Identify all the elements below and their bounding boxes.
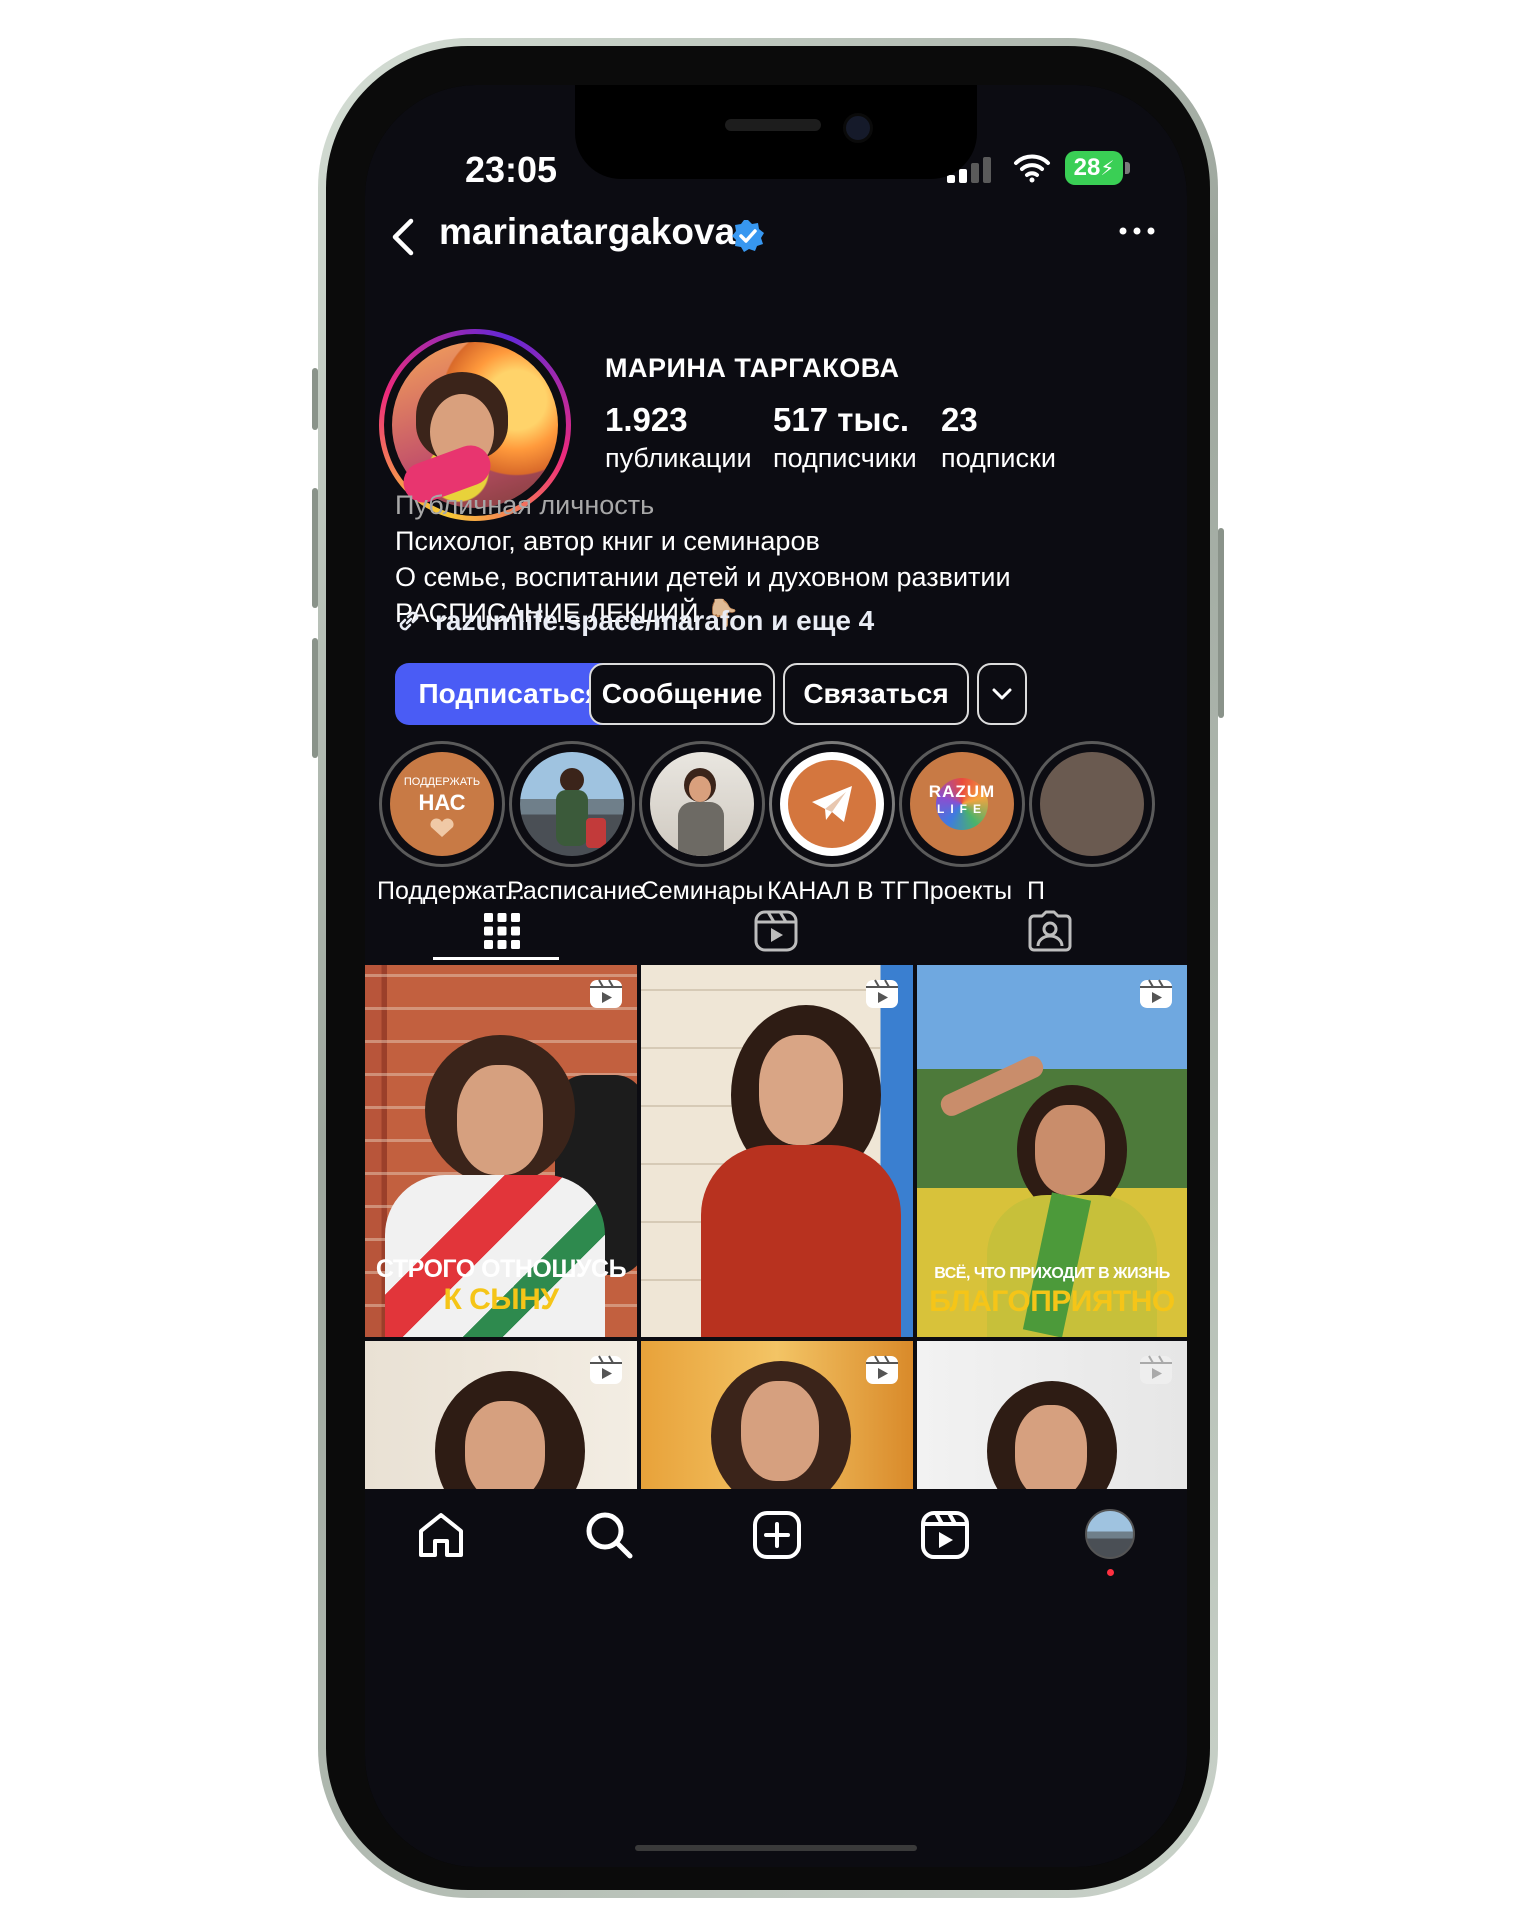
- reels-nav-icon[interactable]: [919, 1509, 971, 1561]
- cover-text-small: ПОДДЕРЖАТЬ: [403, 776, 481, 788]
- highlight-ring: [1029, 741, 1155, 867]
- avatar-photo: [392, 342, 558, 509]
- volume-up-button: [312, 488, 318, 608]
- highlight-cover: [520, 752, 624, 856]
- reel-badge-icon: [590, 1355, 622, 1384]
- status-time: 23:05: [465, 149, 558, 190]
- post-caption-line: К СЫНУ: [443, 1283, 559, 1316]
- highlight-ring: [639, 741, 765, 867]
- post-caption-line: БЛАГОПРИЯТНО: [929, 1285, 1175, 1318]
- highlight-cover: RAZUM LIFE: [910, 752, 1014, 856]
- verified-icon: [732, 220, 764, 252]
- cover-text-large: НАС: [418, 790, 466, 815]
- highlight-cover: ПОДДЕРЖАТЬ НАС: [390, 752, 494, 856]
- cover-text-brand-sub: LIFE: [937, 802, 987, 816]
- post-thumbnail[interactable]: [365, 1341, 637, 1489]
- chevron-down-icon: [992, 688, 1012, 700]
- create-icon[interactable]: [751, 1509, 803, 1561]
- post-thumbnail[interactable]: [641, 965, 913, 1337]
- stat-value: 23: [941, 401, 978, 438]
- active-tab-indicator: [433, 957, 559, 960]
- highlight-projects[interactable]: RAZUM LIFE Проекты: [897, 741, 1027, 906]
- profile-avatar-icon[interactable]: [1085, 1509, 1135, 1559]
- highlight-schedule[interactable]: Расписание: [507, 741, 645, 906]
- home-icon[interactable]: [415, 1509, 467, 1561]
- highlight-partial[interactable]: П: [1027, 741, 1157, 906]
- telegram-icon: [812, 786, 852, 822]
- stat-followers[interactable]: 517 тыс. подписчики: [773, 401, 917, 474]
- search-icon[interactable]: [583, 1509, 635, 1561]
- highlight-ring: ПОДДЕРЖАТЬ НАС: [379, 741, 505, 867]
- instagram-profile-screen: 23:05 28 ⚡ marinatargakova МАРИНА ТАРГАК…: [365, 85, 1187, 1867]
- suggested-dropdown-button[interactable]: [977, 663, 1027, 725]
- reel-badge-icon: [866, 979, 898, 1008]
- post-caption-line: СТРОГО ОТНОШУСЬ: [375, 1255, 627, 1283]
- highlight-support[interactable]: ПОДДЕРЖАТЬ НАС Поддержат...: [377, 741, 525, 906]
- battery-indicator: 28 ⚡: [1065, 151, 1123, 185]
- reel-badge-icon: [866, 1355, 898, 1384]
- highlight-seminars[interactable]: Семинары: [637, 741, 767, 906]
- more-icon[interactable]: [1117, 221, 1157, 241]
- bottom-navigation: [365, 1489, 1187, 1609]
- screen: 23:05 28 ⚡ marinatargakova МАРИНА ТАРГАК…: [365, 85, 1187, 1867]
- post-thumbnail[interactable]: СТРОГО ОТНОШУСЬ К СЫНУ: [365, 965, 637, 1337]
- post-thumbnail[interactable]: [917, 1341, 1187, 1489]
- highlight-cover: [1040, 752, 1144, 856]
- bio-line: Психолог, автор книг и семинаров: [395, 526, 820, 556]
- highlight-ring: [509, 741, 635, 867]
- header-username: marinatargakova: [439, 211, 736, 252]
- contact-button[interactable]: Связаться: [783, 663, 969, 725]
- phone-frame: 23:05 28 ⚡ marinatargakova МАРИНА ТАРГАК…: [312, 38, 1224, 1898]
- phone-bezel: 23:05 28 ⚡ marinatargakova МАРИНА ТАРГАК…: [326, 46, 1210, 1890]
- speaker: [725, 119, 821, 131]
- tagged-icon: [1028, 910, 1072, 952]
- wifi-icon: [1014, 154, 1050, 183]
- message-button[interactable]: Сообщение: [589, 663, 775, 725]
- profile-link[interactable]: razumlife.space/marafon и еще 4: [395, 605, 874, 637]
- reels-icon: [754, 910, 798, 952]
- tab-reels[interactable]: [639, 895, 913, 967]
- highlight-telegram-channel[interactable]: КАНАЛ В ТГ: [767, 741, 909, 906]
- front-camera: [843, 113, 873, 143]
- highlight-cover: [780, 752, 884, 856]
- display-name: МАРИНА ТАРГАКОВА: [605, 353, 900, 383]
- stat-following[interactable]: 23 подписки: [941, 401, 1056, 474]
- stat-value: 1.923: [605, 401, 688, 438]
- stat-posts[interactable]: 1.923 публикации: [605, 401, 752, 474]
- tab-tagged[interactable]: [913, 895, 1187, 967]
- grid-icon: [484, 913, 520, 949]
- cover-text-brand: RAZUM: [928, 782, 996, 801]
- notch: [575, 85, 977, 179]
- stat-label: подписки: [941, 443, 1056, 473]
- highlight-ring: RAZUM LIFE: [899, 741, 1025, 867]
- post-thumbnail[interactable]: [641, 1341, 913, 1489]
- link-text: razumlife.space/marafon и еще 4: [435, 605, 875, 636]
- back-icon[interactable]: [383, 213, 423, 261]
- home-indicator: [635, 1845, 917, 1851]
- bio-line: О семье, воспитании детей и духовном раз…: [395, 562, 1011, 592]
- battery-cap: [1125, 162, 1130, 174]
- reel-badge-icon: [1140, 1355, 1172, 1384]
- reel-badge-icon: [1140, 979, 1172, 1008]
- notification-dot: [1107, 1569, 1114, 1576]
- mute-switch: [312, 368, 318, 430]
- post-thumbnail[interactable]: ВСЁ, ЧТО ПРИХОДИТ В ЖИЗНЬ БЛАГОПРИЯТНО: [917, 965, 1187, 1337]
- profile-category: Публичная личность: [395, 490, 655, 520]
- reel-badge-icon: [590, 979, 622, 1008]
- highlight-ring: [769, 741, 895, 867]
- post-caption-line: ВСЁ, ЧТО ПРИХОДИТ В ЖИЗНЬ: [934, 1265, 1170, 1282]
- heart-icon: [428, 818, 456, 838]
- stat-label: подписчики: [773, 443, 917, 473]
- battery-level: 28: [1073, 154, 1101, 181]
- link-icon: [399, 611, 419, 631]
- stat-label: публикации: [605, 443, 752, 473]
- stat-value: 517 тыс.: [773, 401, 910, 438]
- highlight-cover: [650, 752, 754, 856]
- volume-down-button: [312, 638, 318, 758]
- power-button: [1218, 528, 1224, 718]
